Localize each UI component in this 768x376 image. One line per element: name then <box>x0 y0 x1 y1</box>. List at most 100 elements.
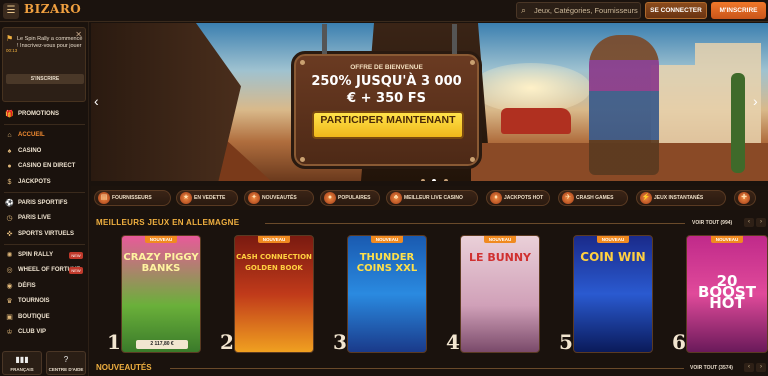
offer-heading: OFFRE DE BIENVENUE <box>350 64 423 71</box>
sidebar-item-label: SPORTS VIRTUELS <box>18 230 75 237</box>
sidebar-item-4[interactable]: $ JACKPOTS <box>0 176 89 189</box>
promo-text: Le Spin Rally a commencé ! Inscrivez-vou… <box>17 36 83 49</box>
gift-icon: 🎁 <box>5 111 14 118</box>
carousel-next-icon[interactable]: › <box>753 93 758 109</box>
sidebar-item-9[interactable]: ◎ WHEEL OF FORTUNE NEW <box>0 264 89 277</box>
red-car-illustration <box>501 108 571 134</box>
trophy-icon: ♛ <box>6 298 13 305</box>
chevron-left-icon[interactable]: ‹ <box>744 363 754 372</box>
category-label: JACKPOTS HOT <box>504 195 544 201</box>
chevron-right-icon[interactable]: › <box>756 218 766 227</box>
game-card[interactable]: NOUVEAU COIN WIN <box>573 235 653 353</box>
offer-line-2: € + 350 FS <box>347 91 426 106</box>
help-label: CENTRE D'AIDE <box>48 367 84 372</box>
sidebar-item-10[interactable]: ◉ DÉFIS <box>0 280 89 293</box>
participate-button[interactable]: PARTICIPER MAINTENANT <box>312 111 464 139</box>
new-badge: NEW <box>69 251 83 259</box>
target-icon: ◉ <box>6 282 13 290</box>
sidebar-item-0[interactable]: 🎁 PROMOTIONS <box>0 108 89 121</box>
game-card[interactable]: NOUVEAU 20 BOOST HOT <box>686 235 768 353</box>
fortune-icon: ◎ <box>6 267 13 274</box>
jackpot-amount: 2 117,80 € <box>136 340 188 349</box>
category-pill-7[interactable]: ⚡ JEUX INSTANTANÉS <box>636 190 726 206</box>
language-label: FRANÇAIS <box>10 367 34 372</box>
sky-glow <box>471 63 591 113</box>
nav-divider <box>4 191 85 193</box>
game-rank: 3 <box>333 330 347 354</box>
new-see-all-link[interactable]: VOIR TOUT (3574) <box>690 365 733 371</box>
carousel-dot[interactable] <box>421 179 425 181</box>
game-rank: 6 <box>672 330 686 354</box>
category-icon: ♦ <box>490 192 502 204</box>
game-card[interactable]: NOUVEAU CRAZY PIGGY BANKS 2 117,80 € <box>121 235 201 353</box>
category-pill-5[interactable]: ♦ JACKPOTS HOT <box>486 190 550 206</box>
signup-button[interactable]: M'INSCRIRE <box>711 2 766 19</box>
cowboy-illustration <box>91 23 241 181</box>
sidebar-item-label: PARIS SPORTIFS <box>18 199 68 206</box>
sidebar-item-5[interactable]: ⚽ PARIS SPORTIFS <box>0 197 89 210</box>
category-pill-1[interactable]: ★ EN VEDETTE <box>176 190 238 206</box>
game-title: COIN WIN <box>580 250 646 264</box>
category-pill-2[interactable]: ✦ NOUVEAUTÉS <box>244 190 314 206</box>
chevron-left-icon[interactable]: ‹ <box>744 218 754 227</box>
sidebar-item-6[interactable]: ◷ PARIS LIVE <box>0 212 89 225</box>
game-rank: 1 <box>107 330 121 354</box>
game-title: LE BUNNY <box>468 251 532 264</box>
category-icon: ✦ <box>248 192 260 204</box>
game-card[interactable]: NOUVEAU LE BUNNY <box>460 235 540 353</box>
carousel-dot-active[interactable] <box>432 179 437 181</box>
offer-line-1: 250% JUSQU'À 3 000 <box>311 74 462 89</box>
game-card[interactable]: NOUVEAU THUNDER COINS XXL <box>347 235 427 353</box>
top-bar: ☰ BIZARO ⌕ Jeux, Catégories, Fournisseur… <box>0 0 768 22</box>
search-placeholder: Jeux, Catégories, Fournisseurs <box>534 6 638 15</box>
home-icon: ⌂ <box>7 132 12 139</box>
cards-icon: ♠ <box>7 147 12 155</box>
sidebar-item-1[interactable]: ⌂ ACCUEIL <box>0 129 89 142</box>
bolt <box>470 157 475 162</box>
sidebar-item-label: PROMOTIONS <box>18 111 60 117</box>
sidebar-item-7[interactable]: ✜ SPORTS VIRTUELS <box>0 228 89 241</box>
search-input[interactable]: ⌕ Jeux, Catégories, Fournisseurs <box>516 2 641 19</box>
sidebar-item-2[interactable]: ♠ CASINO <box>0 145 89 158</box>
menu-toggle-icon[interactable]: ☰ <box>3 3 19 19</box>
category-label: POPULAIRES <box>338 195 371 201</box>
best-see-all-link[interactable]: VOIR TOUT (994) <box>692 220 732 226</box>
login-button[interactable]: SE CONNECTER <box>645 2 707 19</box>
nav-divider <box>4 124 85 125</box>
language-button[interactable]: ▮▮▮ FRANÇAIS <box>2 351 42 375</box>
crown-icon: ♔ <box>6 329 13 336</box>
best-games-title: MEILLEURS JEUX EN ALLEMAGNE <box>96 218 240 227</box>
sidebar-item-13[interactable]: ♔ CLUB VIP <box>0 326 89 339</box>
sidebar-item-11[interactable]: ♛ TOURNOIS <box>0 295 89 308</box>
category-icon: ✈ <box>562 192 574 204</box>
ball-icon: ⚽ <box>5 199 14 207</box>
sidebar-item-label: ACCUEIL <box>18 132 45 138</box>
new-tag: NOUVEAU <box>371 236 403 243</box>
hero-banner[interactable]: ‹ › OFFRE DE BIENVENUE 250% JUSQU'À 3 00… <box>91 23 768 181</box>
category-pill-3[interactable]: ● POPULAIRES <box>320 190 380 206</box>
game-card[interactable]: NOUVEAU CASH CONNECTION GOLDEN BOOK <box>234 235 314 353</box>
sidebar-item-label: SPIN RALLY <box>18 251 54 258</box>
new-tag: NOUVEAU <box>597 236 629 243</box>
category-pill-4[interactable]: ♣ MEILLEUR LIVE CASINO <box>386 190 478 206</box>
sidebar-item-12[interactable]: ▣ BOUTIQUE <box>0 311 89 324</box>
carousel-dot[interactable] <box>443 179 448 181</box>
promo-signup-button[interactable]: S'INSCRIRE <box>6 74 84 84</box>
carousel-dots <box>421 170 451 181</box>
help-center-button[interactable]: ? CENTRE D'AIDE <box>46 351 86 375</box>
sidebar-item-8[interactable]: ✺ SPIN RALLY NEW <box>0 249 89 262</box>
category-pill-0[interactable]: ▤ FOURNISSEURS <box>94 190 171 206</box>
game-title: THUNDER COINS XXL <box>356 252 418 274</box>
chevron-right-icon[interactable]: › <box>756 363 766 372</box>
gift-icon[interactable]: ✚ <box>734 190 756 206</box>
help-icon: ? <box>63 355 69 364</box>
stopwatch-icon: ◷ <box>6 215 13 222</box>
logo[interactable]: BIZARO <box>24 2 81 16</box>
lizard-cowboy-mascot <box>589 35 659 175</box>
sidebar-item-label: DÉFIS <box>18 282 36 289</box>
new-tag: NOUVEAU <box>484 236 516 243</box>
flag-icon: ⚑ <box>6 34 14 43</box>
carousel-prev-icon[interactable]: ‹ <box>94 93 99 109</box>
category-pill-6[interactable]: ✈ CRASH GAMES <box>558 190 628 206</box>
sidebar-item-3[interactable]: ● CASINO EN DIRECT <box>0 160 89 173</box>
